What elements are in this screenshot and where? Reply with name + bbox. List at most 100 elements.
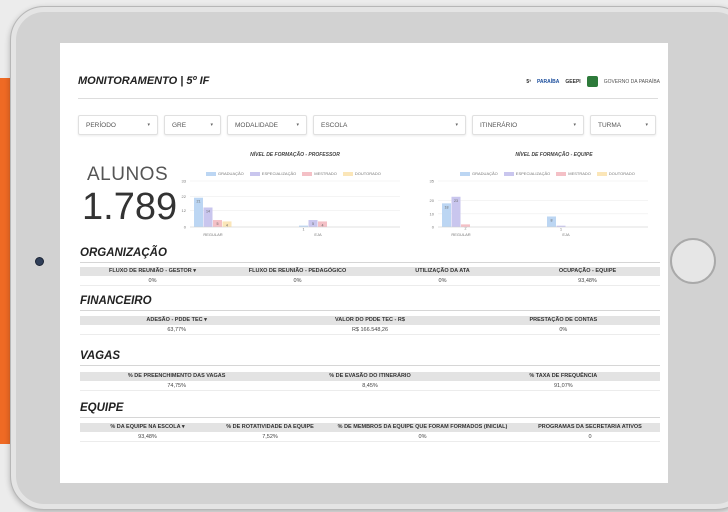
- table-cell: 0%: [559, 327, 568, 333]
- x-tick-label: EJA: [314, 232, 322, 237]
- chevron-down-icon: ▾: [455, 122, 458, 128]
- alunos-value: 1.789: [82, 186, 178, 228]
- legend-label: GRADUAÇÃO: [472, 171, 498, 176]
- filter-label: ESCOLA: [321, 121, 348, 129]
- chart-professor: 012223321145 4REGULAR15 4EJA: [182, 179, 400, 237]
- filter-label: GRE: [172, 121, 187, 129]
- chart-title-equipe: NÍVEL DE FORMAÇÃO - EQUIPE: [515, 152, 593, 158]
- y-tick-label: 20: [430, 198, 435, 203]
- legend-label: ESPECIALIZAÇÃO: [261, 171, 297, 176]
- column-header: OCUPAÇÃO - EQUIPE: [558, 268, 617, 274]
- data-label: 21: [197, 200, 201, 204]
- legend-swatch: [342, 171, 353, 176]
- legend-swatch: [460, 171, 470, 176]
- table-cell: 63,77%: [167, 327, 186, 333]
- table-cell: 74,75%: [167, 383, 186, 389]
- legend-swatch: [302, 171, 313, 176]
- data-label: 8: [551, 218, 553, 222]
- logo-paraiba: PARAÍBA: [536, 78, 560, 85]
- table-cell: 8,45%: [362, 383, 378, 389]
- home-button[interactable]: [670, 238, 716, 284]
- data-label: 18: [445, 205, 449, 209]
- chevron-down-icon: ▾: [645, 122, 648, 128]
- table-cell: 0%: [148, 278, 157, 284]
- y-tick-label: 35: [430, 179, 435, 184]
- table-cell: 93,48%: [578, 278, 597, 284]
- data-label: 14: [206, 209, 210, 213]
- filter-periodo[interactable]: PERÍODO ▾: [78, 115, 158, 135]
- chart-legend-professor: GRADUAÇÃO ESPECIALIZAÇÃO MESTRADO DOUTOR…: [206, 171, 381, 176]
- column-header[interactable]: ADESÃO - PDDE TEC ▾: [80, 316, 273, 325]
- partner-logos: 5ª PARAÍBA GEEPI GOVERNO DA PARAÍBA: [526, 76, 660, 87]
- camera-icon: [35, 257, 44, 266]
- table-cell: 0%: [418, 434, 427, 440]
- organizacao-header-row: FLUXO DE REUNIÃO - GESTOR ▾ FLUXO DE REU…: [80, 267, 660, 276]
- section-divider: [80, 262, 660, 263]
- table-cell: 7,52%: [262, 434, 278, 440]
- x-tick-label: REGULAR: [451, 232, 470, 237]
- chevron-down-icon: ▾: [210, 122, 213, 128]
- filter-escola[interactable]: ESCOLA ▾: [313, 115, 466, 135]
- vagas-value-row: 74,75% 8,45% 91,07%: [80, 382, 660, 391]
- alunos-label: ALUNOS: [87, 164, 169, 185]
- equipe-value-row: 93,48% 7,52% 0% 0: [80, 433, 660, 442]
- column-header: % TAXA DE FREQUÊNCIA: [529, 373, 598, 379]
- x-tick-label: EJA: [562, 232, 570, 237]
- vagas-header-row: % DE PREENCHIMENTO DAS VAGAS % DE EVASÃO…: [80, 372, 660, 381]
- financeiro-header-row: ADESÃO - PDDE TEC ▾ VALOR DO PDDE TEC - …: [80, 316, 660, 325]
- column-header[interactable]: FLUXO DE REUNIÃO - GESTOR ▾: [80, 267, 225, 276]
- dashboard-screen: MONITORAMENTO | 5º IF 5ª PARAÍBA GEEPI G…: [60, 43, 668, 483]
- column-header: PRESTAÇÃO DE CONTAS: [529, 317, 598, 323]
- section-divider: [80, 310, 660, 311]
- logo-governo: GOVERNO DA PARAÍBA: [603, 78, 660, 85]
- table-cell: R$ 166.548,26: [351, 327, 389, 333]
- filter-gre[interactable]: GRE ▾: [164, 115, 221, 135]
- filter-label: ITINERÁRIO: [480, 121, 518, 129]
- section-title-vagas: VAGAS: [80, 350, 121, 362]
- legend-swatch: [556, 171, 567, 176]
- section-title-organizacao: ORGANIZAÇÃO: [80, 247, 167, 259]
- legend-label: DOUTORADO: [354, 171, 381, 176]
- chart-legend-equipe: GRADUAÇÃO ESPECIALIZAÇÃO MESTRADO DOUTOR…: [460, 171, 635, 176]
- table-cell: 91,07%: [553, 383, 573, 389]
- column-header: UTILIZAÇÃO DA ATA: [415, 268, 470, 274]
- y-tick-label: 10: [430, 211, 435, 216]
- filter-modalidade[interactable]: MODALIDADE ▾: [227, 115, 307, 135]
- seal-icon: [586, 76, 598, 87]
- legend-swatch: [206, 171, 216, 176]
- chevron-down-icon: ▾: [573, 122, 576, 128]
- table-cell: 0%: [293, 278, 302, 284]
- column-header: VALOR DO PDDE TEC - R$: [335, 317, 405, 323]
- section-title-financeiro: FINANCEIRO: [80, 295, 152, 307]
- y-tick-label: 12: [182, 208, 187, 213]
- organizacao-value-row: 0% 0% 0% 93,48%: [80, 277, 660, 286]
- y-tick-label: 33: [182, 179, 187, 184]
- page-title: MONITORAMENTO | 5º IF: [78, 75, 210, 87]
- legend-label: GRADUAÇÃO: [218, 171, 244, 176]
- column-header[interactable]: % DA EQUIPE NA ESCOLA ▾: [80, 423, 215, 432]
- chevron-down-icon: ▾: [296, 122, 299, 128]
- table-cell: 0: [588, 434, 592, 440]
- data-label: 23: [454, 199, 458, 203]
- section-divider: [80, 365, 660, 366]
- data-label: 5: [312, 222, 314, 226]
- legend-label: MESTRADO: [568, 171, 591, 176]
- table-cell: 93,48%: [138, 434, 157, 440]
- legend-item: MESTRADO: [556, 171, 591, 176]
- section-divider: [80, 417, 660, 418]
- legend-swatch: [596, 171, 607, 176]
- logo-5-gre: 5ª: [526, 78, 531, 85]
- header-divider: [78, 98, 658, 99]
- legend-item: DOUTORADO: [596, 171, 635, 176]
- legend-item: GRADUAÇÃO: [206, 171, 244, 176]
- filter-label: TURMA: [598, 121, 622, 129]
- filter-label: PERÍODO: [86, 121, 116, 129]
- filter-turma[interactable]: TURMA ▾: [590, 115, 656, 135]
- y-tick-label: 0: [432, 225, 435, 230]
- legend-swatch: [249, 171, 260, 176]
- legend-label: MESTRADO: [314, 171, 337, 176]
- table-cell: 0%: [438, 278, 447, 284]
- data-label: 5: [217, 222, 219, 226]
- filter-itinerario[interactable]: ITINERÁRIO ▾: [472, 115, 584, 135]
- column-header: % DE PREENCHIMENTO DAS VAGAS: [127, 373, 226, 379]
